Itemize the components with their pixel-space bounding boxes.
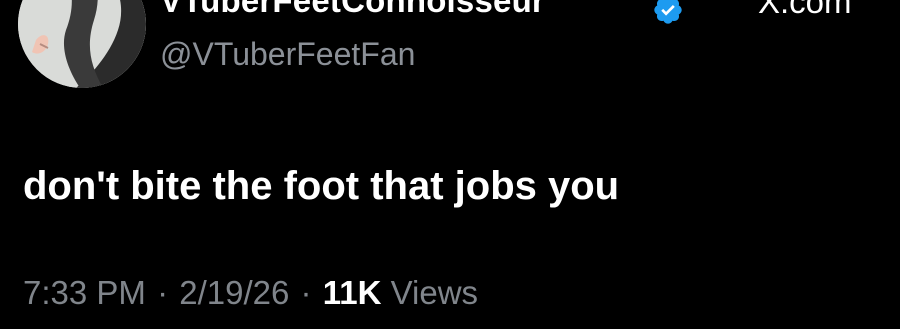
tweet-time[interactable]: 7:33 PM <box>23 274 146 311</box>
tweet-text: don't bite the foot that jobs you <box>23 164 620 208</box>
source-watermark: X.com <box>758 0 852 20</box>
display-name[interactable]: VTuberFeetConnoisseur <box>160 0 545 20</box>
user-handle[interactable]: @VTuberFeetFan <box>160 36 415 73</box>
tweet-metadata: 7:33 PM · 2/19/26 · 11K Views <box>23 274 478 312</box>
verified-badge-icon <box>654 0 682 24</box>
avatar[interactable] <box>18 0 146 88</box>
views-count[interactable]: 11K <box>323 274 382 311</box>
avatar-illustration-icon <box>18 0 146 88</box>
tweet-card: VTuberFeetConnoisseur X.com @VTuberFeetF… <box>0 0 900 329</box>
separator-dot: · <box>300 274 312 311</box>
separator-dot: · <box>157 274 169 311</box>
tweet-date[interactable]: 2/19/26 <box>179 274 289 311</box>
views-label[interactable]: Views <box>391 274 478 311</box>
